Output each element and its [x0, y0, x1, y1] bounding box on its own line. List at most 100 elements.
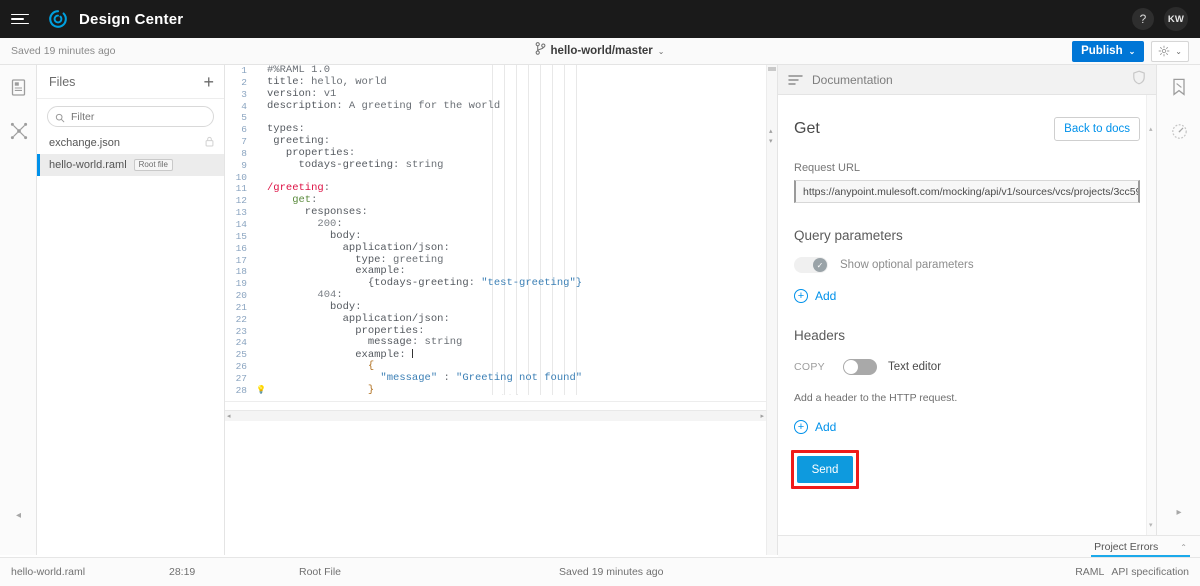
list-item-exchange-json[interactable]: exchange.json: [37, 132, 224, 154]
code-fold-indicator: ···: [500, 391, 522, 395]
files-title: Files: [49, 74, 76, 89]
status-spec-info: RAML API specification: [1075, 566, 1189, 578]
shield-icon[interactable]: [1132, 70, 1146, 90]
show-optional-parameters-toggle[interactable]: ✓: [794, 257, 828, 273]
scroll-right-icon[interactable]: ▸: [760, 412, 764, 420]
documentation-header: Documentation: [778, 65, 1156, 95]
scroll-down-icon[interactable]: ▾: [769, 137, 773, 145]
file-name: exchange.json: [49, 137, 120, 149]
documentation-scrollbar[interactable]: ▴ ▾: [1146, 95, 1156, 535]
code-line[interactable]: 9 todays-greeting: string: [225, 158, 766, 172]
method-label: Get: [794, 120, 820, 137]
project-errors-label: Project Errors: [1094, 541, 1159, 553]
list-icon[interactable]: [788, 74, 806, 86]
add-header-button[interactable]: + Add: [794, 420, 1140, 434]
show-optional-parameters-row: ✓ Show optional parameters: [794, 257, 1140, 273]
editor-horizontal-scrollbar[interactable]: ◂ ▸: [225, 410, 766, 421]
plus-icon: +: [794, 420, 808, 434]
code-line[interactable]: 28 💡 }: [225, 383, 766, 395]
copy-button[interactable]: COPY: [794, 361, 825, 373]
back-to-docs-button[interactable]: Back to docs: [1054, 117, 1140, 141]
right-icon-rail: ▸: [1156, 65, 1200, 535]
help-icon[interactable]: ?: [1132, 8, 1154, 30]
global-header: Design Center ? KW: [0, 0, 1200, 38]
line-number: 27: [235, 372, 247, 384]
settings-button[interactable]: ⌄: [1151, 40, 1189, 62]
headers-title: Headers: [794, 328, 846, 343]
line-number: 2: [241, 76, 247, 88]
gear-icon: [1158, 45, 1170, 57]
hamburger-menu-icon[interactable]: [11, 11, 31, 27]
request-url-field[interactable]: https://anypoint.mulesoft.com/mocking/ap…: [794, 180, 1140, 203]
avatar[interactable]: KW: [1164, 7, 1188, 31]
code-area[interactable]: 1 #%RAML 1.0 2 title: hello, world 3 version:…: [225, 65, 766, 395]
collapse-left-panel-icon[interactable]: ◂: [0, 505, 37, 525]
request-url-label: Request URL: [794, 162, 861, 174]
status-file-name: hello-world.raml: [11, 566, 86, 578]
editor-divider: [225, 401, 766, 402]
text-editor-toggle[interactable]: [842, 359, 877, 375]
scroll-left-icon[interactable]: ◂: [227, 412, 231, 420]
code-line[interactable]: 5: [225, 112, 766, 124]
toolbar-actions: Publish ⌄ ⌄: [1072, 40, 1189, 62]
project-files-icon[interactable]: [0, 65, 37, 109]
toggle-knob: [843, 360, 858, 374]
file-name: hello-world.raml: [49, 159, 127, 171]
line-number: 16: [235, 242, 247, 254]
code-line[interactable]: 24 message: string: [225, 336, 766, 349]
code-text: description: A greeting for the world: [267, 99, 501, 112]
files-header: Files +: [37, 65, 224, 99]
line-number: 3: [241, 88, 247, 100]
branch-selector[interactable]: hello-world/master ⌄: [535, 42, 665, 60]
line-number: 21: [235, 301, 247, 313]
scrollbar-thumb[interactable]: [768, 67, 776, 71]
lightbulb-icon[interactable]: 💡: [255, 386, 267, 395]
line-number: 20: [235, 290, 247, 302]
line-number: 10: [235, 171, 247, 183]
line-number: 28: [235, 384, 247, 395]
scroll-up-icon[interactable]: ▴: [769, 127, 773, 135]
editor-empty-area: [225, 425, 766, 555]
scroll-down-icon[interactable]: ▾: [1149, 521, 1153, 529]
tab-project-errors[interactable]: Project Errors ⌃: [1091, 541, 1190, 557]
line-number: 15: [235, 230, 247, 242]
project-errors-bar: Project Errors ⌃: [778, 535, 1200, 557]
line-number: 8: [241, 147, 247, 159]
filter-input[interactable]: [47, 106, 214, 127]
add-file-button[interactable]: +: [203, 73, 214, 91]
code-text: }: [267, 383, 375, 395]
code-text: message: string: [267, 336, 463, 349]
chevron-up-icon: ⌃: [1180, 542, 1187, 552]
show-optional-parameters-label: Show optional parameters: [840, 259, 974, 271]
code-line[interactable]: 4 description: A greeting for the world: [225, 99, 766, 113]
chevron-down-icon: ⌄: [657, 46, 665, 56]
line-number: 17: [235, 254, 247, 266]
documentation-body: Get Back to docs Request URL https://any…: [778, 95, 1156, 535]
plus-icon: +: [794, 289, 808, 303]
add-query-parameter-button[interactable]: + Add: [794, 289, 1140, 303]
send-button-container: Send: [791, 450, 859, 489]
publish-button[interactable]: Publish ⌄: [1072, 40, 1145, 62]
line-number: 18: [235, 266, 247, 278]
query-parameters-title: Query parameters: [794, 228, 903, 243]
status-file-role: Root File: [299, 566, 342, 578]
code-editor[interactable]: 1 #%RAML 1.0 2 title: hello, world 3 version:…: [225, 65, 778, 555]
shortcuts-icon[interactable]: [0, 109, 37, 153]
filter-container: [37, 99, 224, 132]
add-query-parameter-label: Add: [815, 289, 837, 303]
list-item-hello-world-raml[interactable]: hello-world.raml Root file: [37, 154, 224, 176]
mocking-service-icon[interactable]: [1157, 109, 1200, 153]
text-editor-label: Text editor: [887, 361, 942, 373]
code-text: todays-greeting: string: [267, 158, 444, 171]
editor-vertical-scrollbar[interactable]: ▴ ▾: [766, 65, 777, 555]
files-panel: Files + exchange.json hello-world.r: [37, 65, 225, 555]
add-header-label: Add: [815, 420, 837, 434]
bookmark-icon[interactable]: [1157, 65, 1200, 109]
scroll-up-icon[interactable]: ▴: [1149, 125, 1153, 133]
method-row: Get Back to docs: [794, 117, 1140, 141]
expand-right-panel-icon[interactable]: ▸: [1157, 502, 1200, 522]
send-button[interactable]: Send: [797, 456, 853, 483]
headers-controls-row: COPY Text editor: [794, 359, 1140, 375]
design-center-window: Design Center ? KW Saved 19 minutes ago …: [0, 0, 1200, 586]
line-number: 23: [235, 325, 247, 337]
